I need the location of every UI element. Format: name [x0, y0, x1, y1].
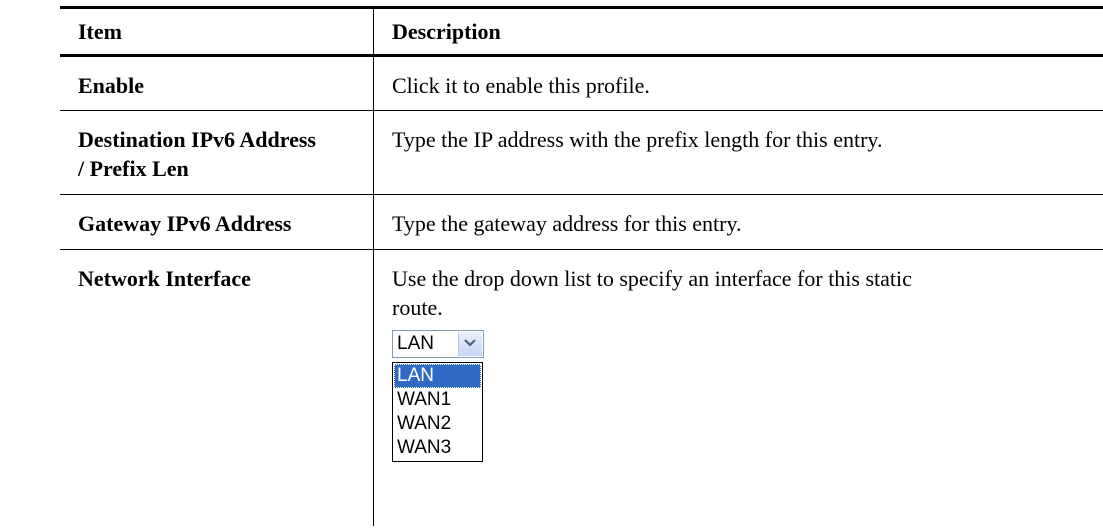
row-item-network-interface: Network Interface — [78, 266, 251, 291]
interface-select-value: LAN — [397, 333, 434, 354]
interface-select[interactable]: LAN — [392, 330, 484, 358]
row-description-line2: route. — [392, 295, 443, 320]
row-description: Type the IP address with the prefix leng… — [392, 127, 883, 152]
column-divider — [373, 6, 374, 526]
description-table: Item Description Enable Click it to enab… — [60, 6, 1103, 526]
row-item-gateway: Gateway IPv6 Address — [78, 211, 292, 236]
row-divider — [60, 194, 1103, 195]
option-wan3[interactable]: WAN3 — [394, 436, 481, 460]
option-lan[interactable]: LAN — [394, 364, 481, 388]
header-description: Description — [392, 19, 501, 44]
row-item-destination-line2: / Prefix Len — [78, 156, 189, 181]
chevron-down-icon — [464, 339, 476, 347]
row-item-destination-line1: Destination IPv6 Address — [78, 127, 316, 152]
header-bottom-rule — [60, 54, 1103, 57]
row-item-enable: Enable — [78, 73, 145, 98]
option-wan2[interactable]: WAN2 — [394, 412, 481, 436]
interface-options-list[interactable]: LAN WAN1 WAN2 WAN3 — [392, 362, 483, 462]
row-description: Click it to enable this profile. — [392, 73, 650, 98]
row-divider — [60, 110, 1103, 111]
dropdown-button[interactable] — [458, 332, 482, 356]
row-description: Type the gateway address for this entry. — [392, 211, 742, 236]
table-top-rule — [60, 6, 1103, 9]
row-description-line1: Use the drop down list to specify an int… — [392, 266, 912, 291]
header-item: Item — [78, 19, 122, 44]
row-divider — [60, 249, 1103, 250]
option-wan1[interactable]: WAN1 — [394, 388, 481, 412]
